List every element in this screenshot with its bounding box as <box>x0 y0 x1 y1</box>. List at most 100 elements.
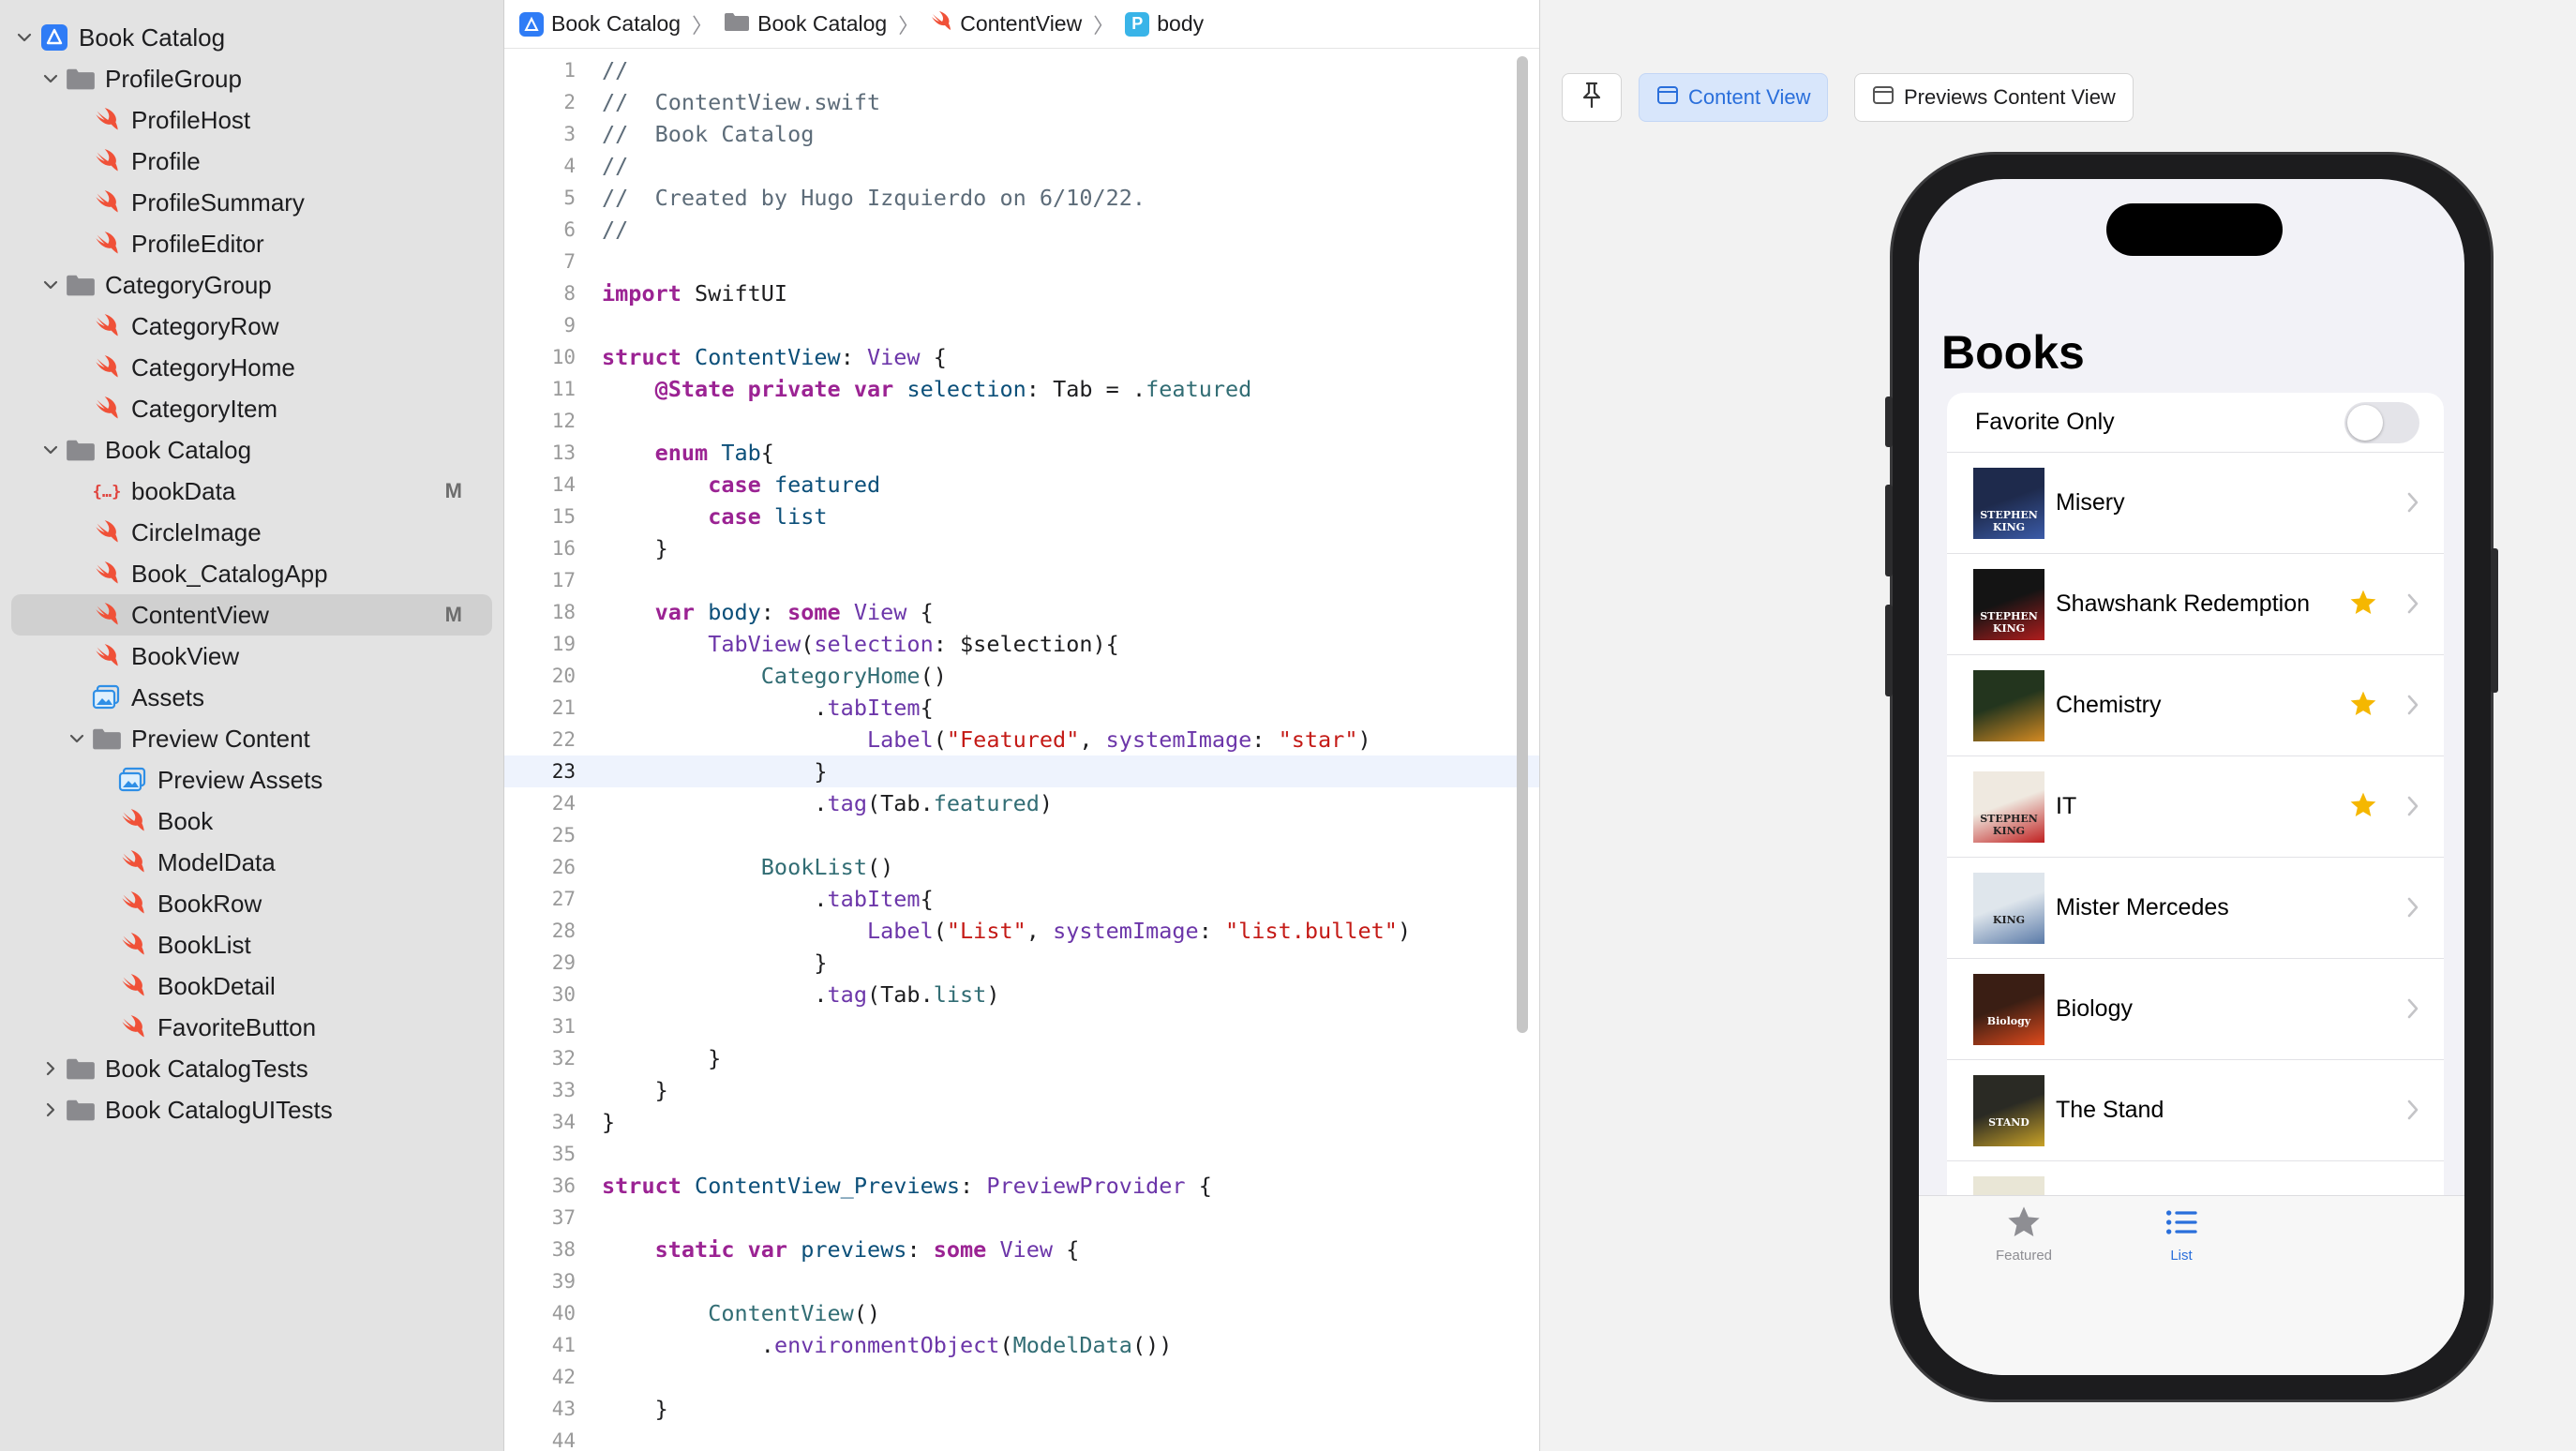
chevron-right-icon[interactable] <box>37 1101 64 1118</box>
code-line[interactable]: 15 case list <box>504 501 1539 532</box>
chevron-down-icon[interactable] <box>37 441 64 458</box>
sidebar-item-categoryrow[interactable]: CategoryRow <box>0 306 503 347</box>
previews-content-view-button[interactable]: Previews Content View <box>1854 73 2134 122</box>
breadcrumb-symbol[interactable]: P body <box>1125 11 1204 37</box>
chevron-right-icon[interactable] <box>37 1060 64 1077</box>
sidebar-item-profile[interactable]: Profile <box>0 141 503 182</box>
breadcrumb-folder[interactable]: Book Catalog <box>724 11 887 37</box>
sidebar-item-booklist[interactable]: BookList <box>0 924 503 965</box>
code-line[interactable]: 27 .tabItem{ <box>504 883 1539 915</box>
code-line[interactable]: 40 ContentView() <box>504 1297 1539 1329</box>
code-line[interactable]: 21 .tabItem{ <box>504 692 1539 724</box>
code-line[interactable]: 31 <box>504 1010 1539 1042</box>
code-area[interactable]: 1 // 2 // ContentView.swift 3 // Book Catalog… <box>504 49 1539 1451</box>
editor-scrollbar[interactable] <box>1517 56 1528 1033</box>
code-line[interactable]: 10 struct ContentView: View { <box>504 341 1539 373</box>
tab-list[interactable]: List <box>2125 1204 2238 1264</box>
code-line[interactable]: 9 <box>504 309 1539 341</box>
content-view-preview-button[interactable]: Content View <box>1639 73 1829 122</box>
code-line[interactable]: 11 @State private var selection: Tab = .… <box>504 373 1539 405</box>
breadcrumb-project[interactable]: Book Catalog <box>519 11 681 37</box>
sidebar-item-preview-content[interactable]: Preview Content <box>0 718 503 759</box>
code-line[interactable]: 30 .tag(Tab.list) <box>504 979 1539 1010</box>
code-line[interactable]: 23 } <box>504 755 1539 787</box>
code-token: "List" <box>946 918 1026 944</box>
code-line[interactable]: 36 struct ContentView_Previews: PreviewPr… <box>504 1170 1539 1202</box>
book-row[interactable]: STAND The Stand <box>1947 1060 2444 1161</box>
sidebar-item-bookrow[interactable]: BookRow <box>0 883 503 924</box>
pin-button[interactable] <box>1562 73 1622 122</box>
code-line[interactable]: 42 <box>504 1361 1539 1393</box>
sidebar-item-bookview[interactable]: BookView <box>0 636 503 677</box>
code-line[interactable]: 5 // Created by Hugo Izquierdo on 6/10/22… <box>504 182 1539 214</box>
code-line[interactable]: 24 .tag(Tab.featured) <box>504 787 1539 819</box>
code-line[interactable]: 7 <box>504 246 1539 277</box>
sidebar-item-assets[interactable]: Assets <box>0 677 503 718</box>
sidebar-item-circleimage[interactable]: CircleImage <box>0 512 503 553</box>
sidebar-item-book-cataloguitests[interactable]: Book CatalogUITests <box>0 1089 503 1130</box>
code-line[interactable]: 34} <box>504 1106 1539 1138</box>
sidebar-item-book-catalogapp[interactable]: Book_CatalogApp <box>0 553 503 594</box>
code-line[interactable]: 13 enum Tab{ <box>504 437 1539 469</box>
book-row[interactable]: KING Mister Mercedes <box>1947 858 2444 959</box>
code-line[interactable]: 43 } <box>504 1393 1539 1425</box>
breadcrumb-file[interactable]: ContentView <box>930 10 1082 38</box>
book-row[interactable]: STEPHEN KING IT <box>1947 756 2444 858</box>
code-line[interactable]: 32 } <box>504 1042 1539 1074</box>
sidebar-item-book-catalogtests[interactable]: Book CatalogTests <box>0 1048 503 1089</box>
sidebar-item-preview-assets[interactable]: Preview Assets <box>0 759 503 800</box>
code-line[interactable]: 8 import SwiftUI <box>504 277 1539 309</box>
code-line[interactable]: 33 } <box>504 1074 1539 1106</box>
sidebar-item-book[interactable]: Book <box>0 800 503 842</box>
code-line[interactable]: 26 BookList() <box>504 851 1539 883</box>
sidebar-item-bookdetail[interactable]: BookDetail <box>0 965 503 1007</box>
code-line[interactable]: 25 <box>504 819 1539 851</box>
code-line[interactable]: 18 var body: some View { <box>504 596 1539 628</box>
code-line[interactable]: 2 // ContentView.swift <box>504 86 1539 118</box>
code-line[interactable]: 19 TabView(selection: $selection){ <box>504 628 1539 660</box>
code-line[interactable]: 28 Label("List", systemImage: "list.bull… <box>504 915 1539 947</box>
code-line[interactable]: 44 <box>504 1425 1539 1451</box>
sidebar-item-categoryhome[interactable]: CategoryHome <box>0 347 503 388</box>
sidebar-item-categoryitem[interactable]: CategoryItem <box>0 388 503 429</box>
chevron-down-icon[interactable] <box>64 730 90 747</box>
chevron-down-icon[interactable] <box>37 70 64 87</box>
favorite-only-toggle[interactable] <box>2344 402 2419 443</box>
sidebar-item-contentview[interactable]: ContentView M <box>11 594 492 636</box>
code-line[interactable]: 35 <box>504 1138 1539 1170</box>
code-line[interactable]: 4 // <box>504 150 1539 182</box>
sidebar-item-profilesummary[interactable]: ProfileSummary <box>0 182 503 223</box>
sidebar-item-bookdata[interactable]: {…} bookData M <box>0 471 503 512</box>
code-line[interactable]: 37 <box>504 1202 1539 1234</box>
code-line[interactable]: 41 .environmentObject(ModelData()) <box>504 1329 1539 1361</box>
book-row[interactable]: STEPHEN KING Misery <box>1947 453 2444 554</box>
book-row[interactable]: Chemistry <box>1947 655 2444 756</box>
book-row[interactable]: Biology Biology <box>1947 959 2444 1060</box>
chevron-down-icon[interactable] <box>37 277 64 293</box>
line-number: 43 <box>551 1398 576 1420</box>
sidebar-item-categorygroup[interactable]: CategoryGroup <box>0 264 503 306</box>
sidebar-item-favoritebutton[interactable]: FavoriteButton <box>0 1007 503 1048</box>
sidebar-item-modeldata[interactable]: ModelData <box>0 842 503 883</box>
code-line[interactable]: 14 case featured <box>504 469 1539 501</box>
sidebar-item-book-catalog[interactable]: Book Catalog <box>0 429 503 471</box>
code-line[interactable]: 20 CategoryHome() <box>504 660 1539 692</box>
code-line[interactable]: 38 static var previews: some View { <box>504 1234 1539 1265</box>
book-row[interactable]: STEPHEN KING Shawshank Redemption <box>1947 554 2444 655</box>
code-line[interactable]: 17 <box>504 564 1539 596</box>
code-line[interactable]: 1 // <box>504 54 1539 86</box>
sidebar-item-profilehost[interactable]: ProfileHost <box>0 99 503 141</box>
code-line[interactable]: 16 } <box>504 532 1539 564</box>
sidebar-item-profileeditor[interactable]: ProfileEditor <box>0 223 503 264</box>
chevron-down-icon[interactable] <box>11 29 37 46</box>
tab-featured[interactable]: Featured <box>1968 1204 2080 1264</box>
code-line[interactable]: 6 // <box>504 214 1539 246</box>
code-line[interactable]: 39 <box>504 1265 1539 1297</box>
code-line[interactable]: 22 Label("Featured", systemImage: "star"… <box>504 724 1539 755</box>
code-line[interactable]: 29 } <box>504 947 1539 979</box>
sidebar-item-book-catalog[interactable]: Book Catalog <box>0 17 503 58</box>
code-line[interactable]: 12 <box>504 405 1539 437</box>
code-line[interactable]: 3 // Book Catalog <box>504 118 1539 150</box>
sidebar-item-profilegroup[interactable]: ProfileGroup <box>0 58 503 99</box>
